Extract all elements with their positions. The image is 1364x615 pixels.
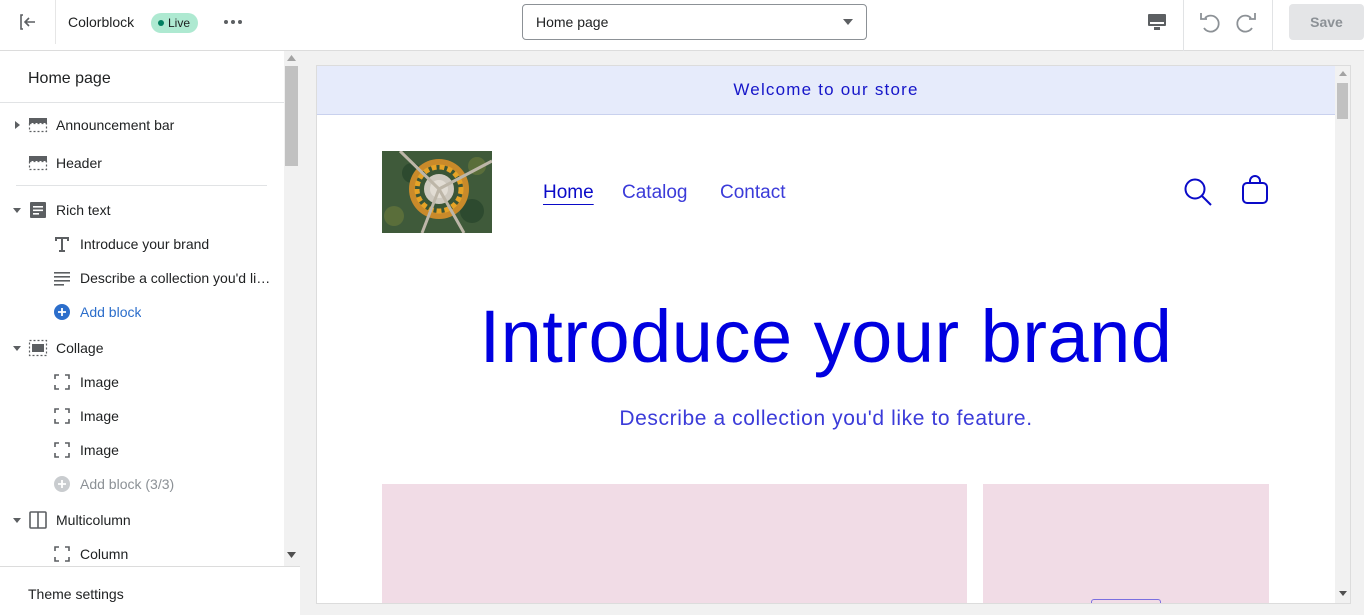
top-bar: Colorblock Live Home page Save (0, 0, 1364, 51)
add-block-label: Add block (3/3) (80, 476, 175, 492)
nav-link-contact[interactable]: Contact (720, 182, 785, 204)
more-actions-button[interactable] (222, 11, 244, 33)
theme-name: Colorblock (68, 14, 135, 30)
redo-icon (1236, 13, 1256, 33)
sidebar-title: Home page (28, 70, 111, 87)
undo-icon (1200, 13, 1220, 33)
caret-down-icon[interactable] (12, 343, 22, 353)
divider (0, 102, 284, 103)
page-select-value: Home page (536, 14, 609, 30)
image-block-icon (54, 442, 70, 458)
live-dot-icon (158, 20, 164, 26)
divider (16, 185, 267, 186)
block-column[interactable]: Column (0, 539, 284, 569)
preview-scrollbar[interactable] (1335, 66, 1350, 603)
preview-scrollbar-thumb[interactable] (1337, 83, 1348, 119)
section-icon (28, 156, 48, 171)
section-label: Rich text (56, 202, 111, 218)
section-multicolumn[interactable]: Multicolumn (0, 505, 284, 535)
heading-icon (55, 237, 69, 252)
collage-button[interactable] (1091, 599, 1161, 603)
add-block-button[interactable]: Add block (0, 297, 284, 327)
caret-down-icon[interactable] (12, 515, 22, 525)
plus-circle-icon (54, 304, 70, 320)
add-block-label: Add block (80, 304, 142, 320)
block-heading[interactable]: Introduce your brand (0, 229, 284, 259)
collage-icon (28, 339, 48, 357)
block-paragraph[interactable]: Describe a collection you'd like to feat… (0, 263, 284, 293)
scroll-down-arrow-icon[interactable] (1339, 591, 1347, 596)
page-select[interactable]: Home page (522, 4, 867, 40)
caret-down-icon[interactable] (12, 205, 22, 215)
hero-subtitle: Describe a collection you'd like to feat… (619, 407, 1033, 430)
sidebar-scrollbar-thumb[interactable] (285, 66, 298, 166)
desktop-icon (1148, 14, 1166, 30)
collage-image-placeholder[interactable] (382, 484, 967, 603)
nav-link-catalog[interactable]: Catalog (622, 182, 688, 204)
caret-right-icon[interactable] (12, 120, 22, 130)
collage-image-placeholder[interactable] (983, 484, 1269, 603)
save-button[interactable]: Save (1289, 4, 1364, 40)
exit-button[interactable] (0, 0, 56, 44)
undo-button[interactable] (1197, 9, 1223, 35)
cart-icon[interactable] (1241, 175, 1269, 205)
block-image[interactable]: Image (0, 367, 284, 397)
column-block-icon (54, 546, 70, 562)
desktop-preview-button[interactable] (1142, 8, 1172, 36)
store-preview: Welcome to our store Home Catalog Contac… (316, 65, 1351, 604)
live-badge-label: Live (168, 16, 191, 30)
section-icon (28, 118, 48, 133)
section-rich-text[interactable]: Rich text (0, 195, 284, 225)
redo-button[interactable] (1233, 9, 1259, 35)
section-label: Announcement bar (56, 117, 175, 133)
hero-title: Introduce your brand (479, 295, 1173, 378)
more-horizontal-icon (224, 20, 242, 24)
block-label: Image (80, 374, 119, 390)
section-collage[interactable]: Collage (0, 333, 284, 363)
block-image[interactable]: Image (0, 435, 284, 465)
block-label: Image (80, 442, 119, 458)
paragraph-icon (54, 272, 70, 286)
section-label: Header (56, 155, 102, 171)
scroll-up-arrow-icon[interactable] (287, 55, 296, 61)
scroll-down-arrow-icon[interactable] (287, 552, 296, 558)
nav-link-home[interactable]: Home (543, 182, 594, 204)
announcement-bar[interactable]: Welcome to our store (317, 66, 1335, 115)
image-block-icon (54, 374, 70, 390)
block-image[interactable]: Image (0, 401, 284, 431)
live-status-badge: Live (151, 13, 199, 33)
scroll-up-arrow-icon[interactable] (1339, 71, 1347, 76)
columns-icon (29, 511, 47, 529)
section-label: Collage (56, 340, 104, 356)
theme-settings-button[interactable]: Theme settings (0, 566, 300, 615)
block-label: Introduce your brand (80, 236, 210, 252)
exit-icon (19, 14, 35, 30)
block-label: Column (80, 546, 129, 562)
logo-image (382, 151, 492, 233)
toolbar-divider (1272, 0, 1273, 51)
sections-sidebar: Home page Announcement bar Header Rich t… (0, 51, 300, 615)
toolbar-divider (1183, 0, 1184, 51)
block-label: Image (80, 408, 119, 424)
block-label: Describe a collection you'd like to feat… (80, 270, 276, 286)
add-block-button-disabled[interactable]: Add block (3/3) (0, 469, 284, 499)
text-block-icon (30, 202, 46, 218)
theme-settings-label: Theme settings (28, 586, 124, 602)
section-label: Multicolumn (56, 512, 131, 528)
store-logo[interactable] (382, 151, 492, 233)
section-announcement-bar[interactable]: Announcement bar (0, 110, 284, 140)
search-icon[interactable] (1183, 177, 1213, 207)
caret-down-icon (843, 19, 853, 25)
plus-circle-icon (54, 476, 70, 492)
section-header[interactable]: Header (0, 148, 284, 178)
image-block-icon (54, 408, 70, 424)
